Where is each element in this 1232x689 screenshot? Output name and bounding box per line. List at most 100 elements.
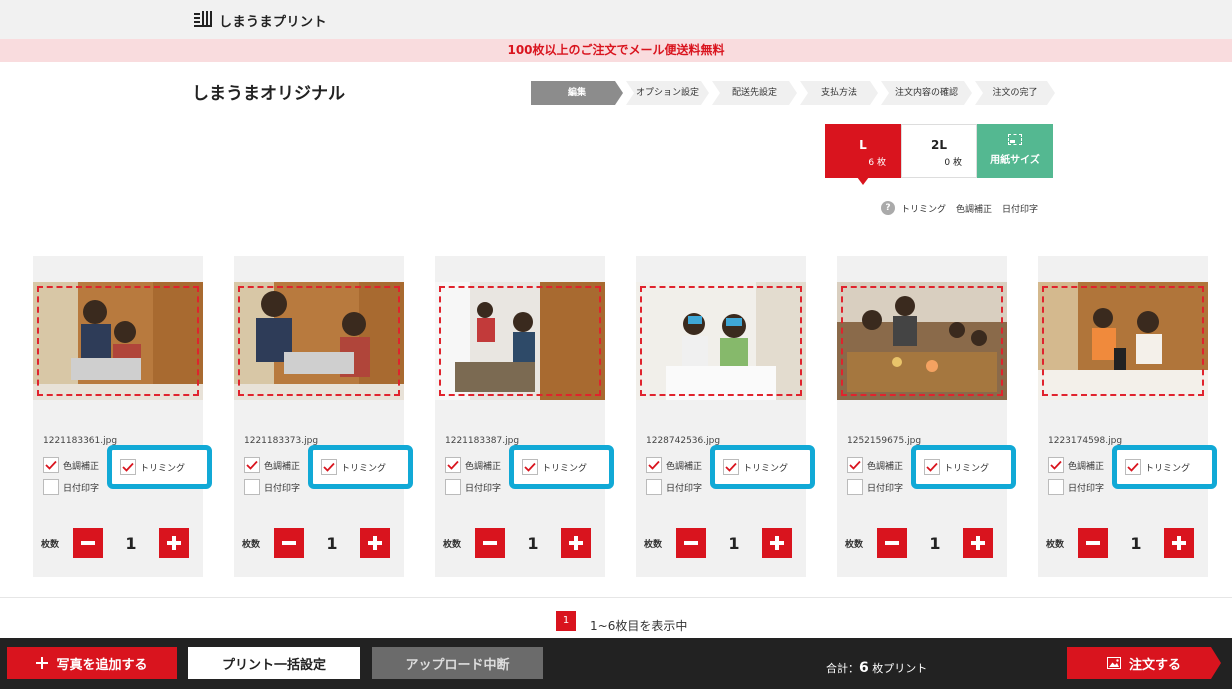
page-number-current[interactable]: 1 bbox=[556, 610, 576, 631]
color-correction-checkbox[interactable] bbox=[1048, 457, 1064, 473]
total-count: 6 bbox=[859, 660, 869, 676]
date-print-option[interactable]: 日付印字 bbox=[43, 479, 99, 495]
minus-icon bbox=[684, 541, 698, 545]
date-print-checkbox[interactable] bbox=[244, 479, 260, 495]
quantity-stepper: 枚数 1 bbox=[1046, 528, 1194, 558]
order-button[interactable]: 注文する bbox=[1067, 647, 1221, 679]
trimming-option[interactable]: トリミング bbox=[1112, 445, 1217, 489]
size-tab-count: 6 枚 bbox=[868, 158, 886, 168]
date-print-option[interactable]: 日付印字 bbox=[445, 479, 501, 495]
quantity-label: 枚数 bbox=[845, 539, 864, 550]
plus-button[interactable] bbox=[360, 528, 390, 558]
minus-button[interactable] bbox=[1078, 528, 1108, 558]
trimming-checkbox[interactable] bbox=[723, 459, 739, 475]
trimming-checkbox[interactable] bbox=[1125, 459, 1141, 475]
color-correction-label: 色調補正 bbox=[666, 461, 703, 472]
quantity-value[interactable]: 1 bbox=[304, 534, 360, 553]
color-correction-option[interactable]: 色調補正 bbox=[1048, 457, 1104, 473]
pager-status: 1~6枚目を表示中 bbox=[590, 619, 688, 633]
plus-icon bbox=[1172, 536, 1186, 550]
plus-button[interactable] bbox=[159, 528, 189, 558]
color-correction-checkbox[interactable] bbox=[244, 457, 260, 473]
photo-thumbnail[interactable] bbox=[435, 282, 605, 400]
check-icon bbox=[849, 460, 861, 470]
trimming-option[interactable]: トリミング bbox=[308, 445, 413, 489]
logo-mark-icon bbox=[194, 11, 212, 27]
step-payment: 支払方法 bbox=[800, 81, 878, 105]
quantity-value[interactable]: 1 bbox=[103, 534, 159, 553]
trimming-checkbox[interactable] bbox=[120, 459, 136, 475]
quantity-value[interactable]: 1 bbox=[706, 534, 762, 553]
trimming-checkbox[interactable] bbox=[924, 459, 940, 475]
photo-thumbnail[interactable] bbox=[234, 282, 404, 400]
color-correction-option[interactable]: 色調補正 bbox=[244, 457, 300, 473]
date-print-option[interactable]: 日付印字 bbox=[847, 479, 903, 495]
trimming-label: トリミング bbox=[140, 463, 186, 474]
quantity-stepper: 枚数 1 bbox=[41, 528, 189, 558]
color-correction-checkbox[interactable] bbox=[445, 457, 461, 473]
minus-button[interactable] bbox=[676, 528, 706, 558]
minus-icon bbox=[1086, 541, 1100, 545]
color-correction-checkbox[interactable] bbox=[43, 457, 59, 473]
check-icon bbox=[648, 460, 660, 470]
color-correction-option[interactable]: 色調補正 bbox=[43, 457, 99, 473]
trimming-option[interactable]: トリミング bbox=[710, 445, 815, 489]
plus-button[interactable] bbox=[762, 528, 792, 558]
photo-card: 1221183361.jpg 色調補正 日付印字 トリミング 枚数 1 bbox=[33, 256, 212, 577]
photo-thumbnail[interactable] bbox=[33, 282, 203, 400]
date-print-option[interactable]: 日付印字 bbox=[1048, 479, 1104, 495]
date-print-checkbox[interactable] bbox=[1048, 479, 1064, 495]
photo-thumbnail[interactable] bbox=[1038, 282, 1208, 400]
date-print-checkbox[interactable] bbox=[646, 479, 662, 495]
trimming-checkbox[interactable] bbox=[522, 459, 538, 475]
plus-button[interactable] bbox=[963, 528, 993, 558]
photo-card: 1223174598.jpg 色調補正 日付印字 トリミング 枚数 1 bbox=[1038, 256, 1217, 577]
photo-thumbnail[interactable] bbox=[636, 282, 806, 400]
trimming-option[interactable]: トリミング bbox=[509, 445, 614, 489]
photo-filename: 1221183373.jpg bbox=[244, 436, 319, 446]
logo-text: しまうまプリント bbox=[219, 14, 328, 30]
date-print-checkbox[interactable] bbox=[43, 479, 59, 495]
minus-button[interactable] bbox=[475, 528, 505, 558]
date-print-option[interactable]: 日付印字 bbox=[244, 479, 300, 495]
minus-icon bbox=[483, 541, 497, 545]
photo-thumbnail[interactable] bbox=[837, 282, 1007, 400]
trimming-checkbox[interactable] bbox=[321, 459, 337, 475]
plus-button[interactable] bbox=[561, 528, 591, 558]
color-correction-option[interactable]: 色調補正 bbox=[847, 457, 903, 473]
color-correction-checkbox[interactable] bbox=[646, 457, 662, 473]
size-tab-2l[interactable]: 2L 0 枚 bbox=[901, 124, 977, 178]
trimming-option[interactable]: トリミング bbox=[911, 445, 1016, 489]
trimming-option[interactable]: トリミング bbox=[107, 445, 212, 489]
quantity-stepper: 枚数 1 bbox=[644, 528, 792, 558]
size-tab-l[interactable]: L 6 枚 bbox=[825, 124, 901, 185]
add-photo-button[interactable]: 写真を追加する bbox=[7, 647, 177, 679]
paper-size-button[interactable]: 用紙サイズ bbox=[977, 124, 1053, 178]
date-print-option[interactable]: 日付印字 bbox=[646, 479, 702, 495]
color-correction-option[interactable]: 色調補正 bbox=[646, 457, 702, 473]
bulk-settings-button[interactable]: プリント一括設定 bbox=[188, 647, 360, 679]
date-print-checkbox[interactable] bbox=[445, 479, 461, 495]
minus-button[interactable] bbox=[877, 528, 907, 558]
minus-button[interactable] bbox=[274, 528, 304, 558]
legend-date: 日付印字 bbox=[1002, 204, 1039, 215]
plus-icon bbox=[569, 536, 583, 550]
minus-icon bbox=[885, 541, 899, 545]
quantity-value[interactable]: 1 bbox=[907, 534, 963, 553]
date-print-checkbox[interactable] bbox=[847, 479, 863, 495]
check-icon bbox=[725, 462, 737, 472]
step-edit: 編集 bbox=[531, 81, 623, 105]
photo-card: 1228742536.jpg 色調補正 日付印字 トリミング 枚数 1 bbox=[636, 256, 815, 577]
quantity-value[interactable]: 1 bbox=[505, 534, 561, 553]
minus-button[interactable] bbox=[73, 528, 103, 558]
color-correction-checkbox[interactable] bbox=[847, 457, 863, 473]
logo[interactable]: しまうまプリント bbox=[193, 10, 327, 30]
abort-upload-button[interactable]: アップロード中断 bbox=[372, 647, 543, 679]
help-icon[interactable]: ? bbox=[881, 201, 895, 215]
image-icon bbox=[1107, 657, 1121, 669]
quantity-value[interactable]: 1 bbox=[1108, 534, 1164, 553]
color-correction-option[interactable]: 色調補正 bbox=[445, 457, 501, 473]
photo-card: 1252159675.jpg 色調補正 日付印字 トリミング 枚数 1 bbox=[837, 256, 1016, 577]
plus-button[interactable] bbox=[1164, 528, 1194, 558]
color-correction-label: 色調補正 bbox=[264, 461, 301, 472]
